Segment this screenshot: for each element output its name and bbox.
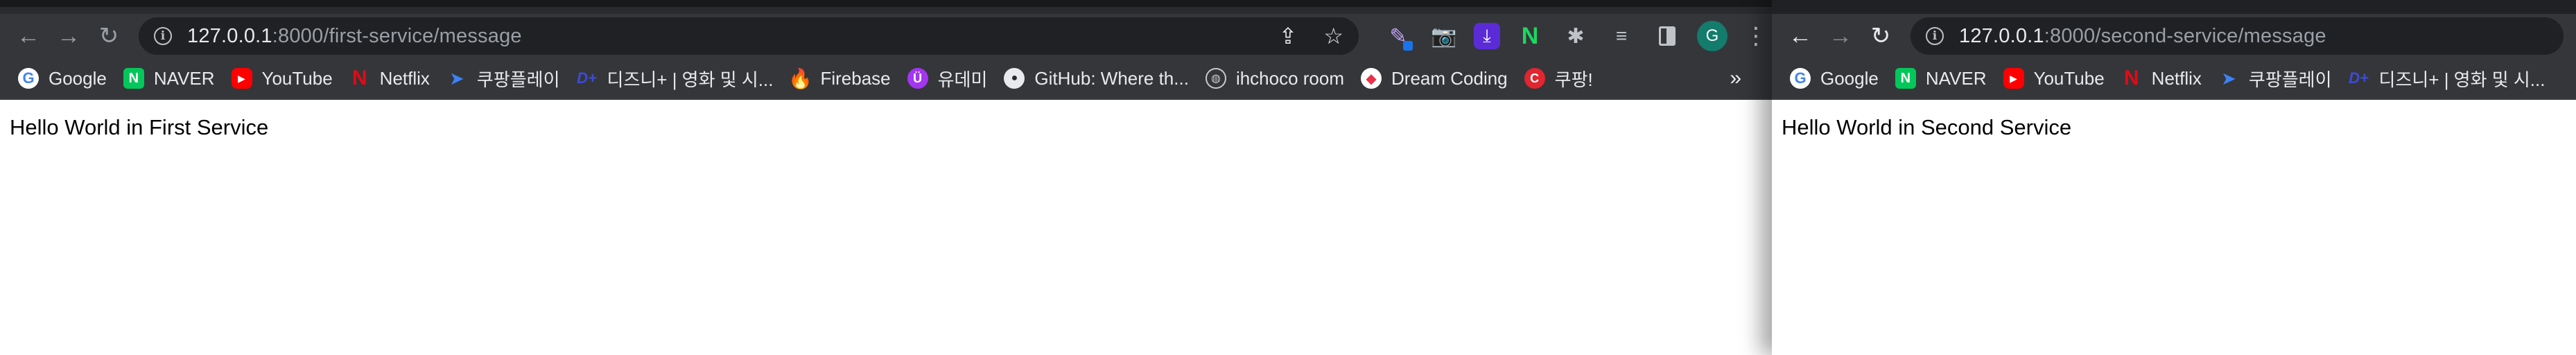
tab-strip bbox=[0, 0, 1772, 14]
media-control-icon[interactable]: ≡ bbox=[1605, 20, 1637, 52]
share-icon[interactable]: ⇪ bbox=[1279, 25, 1298, 47]
bookmark-label: YouTube bbox=[261, 67, 333, 89]
bookmark-firebase[interactable]: 🔥 Firebase bbox=[781, 58, 898, 98]
url-path: :8000/first-service/message bbox=[272, 24, 522, 47]
reload-button[interactable]: ↻ bbox=[89, 14, 129, 58]
bookmark-disney[interactable]: D+ 디즈니+ | 영화 및 시... bbox=[568, 58, 782, 98]
menu-dots-icon[interactable]: ⋮ bbox=[1744, 22, 1768, 50]
bookmarks-bar: G Google N NAVER ▶ YouTube N Netflix ➤ 쿠팡플레이 … bbox=[0, 58, 1772, 100]
bookmark-label: 쿠팡플레이 bbox=[476, 69, 560, 90]
bookmark-label: 쿠팡! bbox=[1554, 69, 1593, 90]
url-host: 127.0.0.1 bbox=[187, 24, 272, 47]
youtube-icon: ▶ bbox=[231, 68, 252, 89]
bookmark-star-icon[interactable]: ☆ bbox=[1323, 25, 1343, 47]
google-icon: G bbox=[18, 68, 39, 89]
tab-strip bbox=[1772, 0, 2576, 14]
forward-button[interactable]: → bbox=[49, 14, 89, 58]
bookmark-label: Netflix bbox=[2151, 67, 2202, 89]
youtube-icon: ▶ bbox=[2003, 68, 2024, 89]
puzzle-extensions-icon[interactable]: ✱ bbox=[1560, 20, 1592, 52]
bookmark-dream-coding[interactable]: ◆ Dream Coding bbox=[1352, 58, 1516, 98]
dream-coding-icon: ◆ bbox=[1361, 68, 1382, 89]
address-bar[interactable]: i 127.0.0.1:8000/second-service/message bbox=[1911, 17, 2564, 55]
bookmark-label: NAVER bbox=[1925, 67, 1987, 89]
bookmark-google[interactable]: G Google bbox=[10, 58, 115, 98]
camera-extension-icon[interactable]: 📷 bbox=[1428, 20, 1460, 52]
bookmark-ihchoco[interactable]: ◍ ihchoco room bbox=[1197, 58, 1352, 98]
coupang-icon: C bbox=[1524, 68, 1545, 89]
bookmark-coupang[interactable]: C 쿠팡! bbox=[1516, 58, 1601, 98]
page-message: Hello World in Second Service bbox=[1782, 115, 2072, 139]
bookmark-label: ihchoco room bbox=[1235, 67, 1345, 89]
bookmark-udemy[interactable]: Ü 유데미 bbox=[899, 58, 996, 98]
site-info-icon[interactable]: i bbox=[154, 27, 172, 45]
bookmark-coupang-play[interactable]: ➤ 쿠팡플레이 bbox=[438, 58, 568, 98]
pen-extension-icon[interactable]: ✎ bbox=[1382, 20, 1414, 52]
bookmark-label: Firebase bbox=[820, 67, 891, 89]
bookmarks-bar: G Google N NAVER ▶ YouTube N Netflix ➤ 쿠팡플레이 … bbox=[1772, 58, 2576, 100]
firebase-icon: 🔥 bbox=[788, 67, 812, 89]
bookmark-netflix[interactable]: N Netflix bbox=[341, 58, 438, 98]
bookmark-label: Dream Coding bbox=[1391, 67, 1508, 89]
bookmark-label: NAVER bbox=[153, 67, 215, 89]
bookmark-youtube[interactable]: ▶ YouTube bbox=[1995, 58, 2113, 98]
naver-icon: N bbox=[123, 68, 144, 89]
page-content: Hello World in First Service bbox=[0, 100, 1772, 355]
disney-icon: D+ bbox=[577, 69, 597, 87]
profile-avatar[interactable]: G bbox=[1697, 21, 1728, 51]
n-extension-icon[interactable]: N bbox=[1514, 20, 1546, 52]
page-message: Hello World in First Service bbox=[10, 115, 269, 139]
extensions-bar: ✎ 📷 ⤓ N ✱ ≡ G ⋮ bbox=[1382, 20, 1768, 52]
side-panel-icon[interactable] bbox=[1651, 20, 1683, 52]
browser-window-left: ← → ↻ i 127.0.0.1:8000/first-service/mes… bbox=[0, 0, 1772, 355]
bookmark-disney[interactable]: D+ 디즈니+ | 영화 및 시... bbox=[2340, 58, 2554, 98]
naver-icon: N bbox=[1895, 68, 1916, 89]
browser-toolbar: ← → ↻ i 127.0.0.1:8000/second-service/me… bbox=[1772, 14, 2576, 58]
bookmarks-overflow-icon[interactable]: » bbox=[1730, 67, 1741, 90]
bookmark-youtube[interactable]: ▶ YouTube bbox=[223, 58, 341, 98]
address-bar[interactable]: i 127.0.0.1:8000/first-service/message ⇪… bbox=[139, 17, 1359, 55]
bookmark-label: GitHub: Where th... bbox=[1034, 67, 1189, 89]
disney-icon: D+ bbox=[2349, 69, 2369, 87]
udemy-icon: Ü bbox=[907, 68, 928, 89]
browser-window-right: ← → ↻ i 127.0.0.1:8000/second-service/me… bbox=[1772, 0, 2576, 355]
reload-button[interactable]: ↻ bbox=[1861, 14, 1901, 58]
download-extension-icon[interactable]: ⤓ bbox=[1474, 23, 1500, 49]
bookmark-label: Google bbox=[1820, 67, 1879, 89]
bookmark-label: 쿠팡플레이 bbox=[2248, 69, 2332, 90]
back-button[interactable]: ← bbox=[1780, 14, 1820, 58]
bookmark-label: YouTube bbox=[2033, 67, 2105, 89]
globe-icon: ◍ bbox=[1205, 68, 1226, 89]
site-info-icon[interactable]: i bbox=[1926, 27, 1944, 45]
bookmark-google[interactable]: G Google bbox=[1782, 58, 1887, 98]
bookmark-label: Netflix bbox=[379, 67, 430, 89]
bookmark-label: 디즈니+ | 영화 및 시... bbox=[2378, 69, 2545, 90]
netflix-icon: N bbox=[2123, 67, 2139, 89]
bookmark-label: 디즈니+ | 영화 및 시... bbox=[607, 69, 774, 90]
coupang-play-icon: ➤ bbox=[449, 67, 464, 89]
url-text[interactable]: 127.0.0.1:8000/second-service/message bbox=[1959, 25, 2326, 48]
browser-toolbar: ← → ↻ i 127.0.0.1:8000/first-service/mes… bbox=[0, 14, 1772, 58]
back-button[interactable]: ← bbox=[8, 14, 49, 58]
netflix-icon: N bbox=[351, 67, 367, 89]
coupang-play-icon: ➤ bbox=[2221, 67, 2236, 89]
url-text[interactable]: 127.0.0.1:8000/first-service/message bbox=[187, 25, 522, 48]
omnibox-actions: ⇪ ☆ bbox=[1279, 17, 1344, 55]
github-icon: ● bbox=[1004, 68, 1025, 89]
google-icon: G bbox=[1790, 68, 1811, 89]
bookmark-label: 유데미 bbox=[937, 69, 988, 90]
bookmark-label: Google bbox=[49, 67, 107, 89]
page-content: Hello World in Second Service bbox=[1772, 100, 2576, 355]
bookmark-naver[interactable]: N NAVER bbox=[1887, 58, 1995, 98]
url-host: 127.0.0.1 bbox=[1959, 24, 2044, 47]
bookmark-naver[interactable]: N NAVER bbox=[115, 58, 223, 98]
url-path: :8000/second-service/message bbox=[2044, 24, 2326, 47]
bookmark-coupang-play[interactable]: ➤ 쿠팡플레이 bbox=[2210, 58, 2340, 98]
bookmark-github[interactable]: ● GitHub: Where th... bbox=[995, 58, 1197, 98]
forward-button[interactable]: → bbox=[1820, 14, 1861, 58]
bookmark-netflix[interactable]: N Netflix bbox=[2113, 58, 2210, 98]
